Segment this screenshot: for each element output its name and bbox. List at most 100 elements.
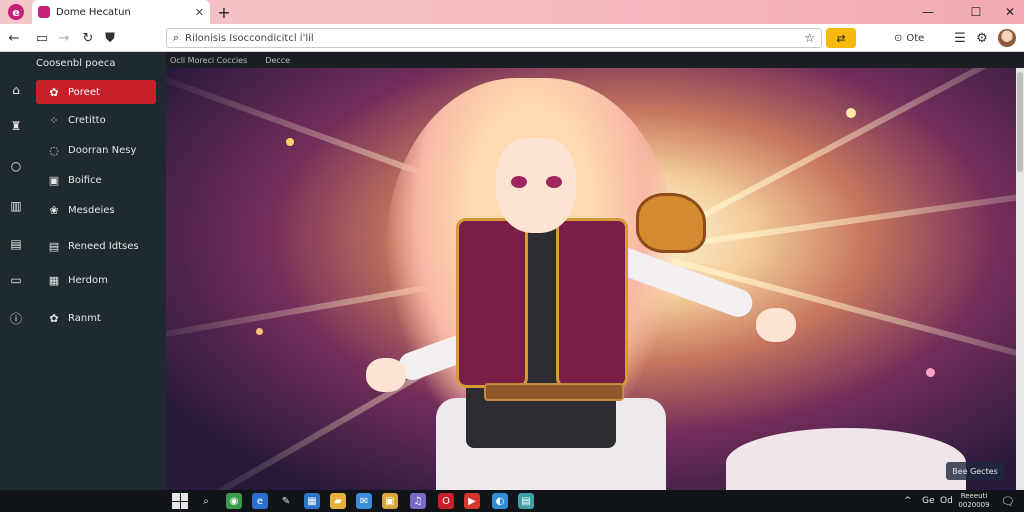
sidebar-item-reneed-idtses[interactable]: ▤ Reneed Idtses bbox=[36, 234, 156, 258]
image-caption-badge[interactable]: Bee Gectes bbox=[946, 462, 1004, 480]
store-icon[interactable]: ▦ bbox=[304, 493, 320, 509]
sidebar-item-label: Boifice bbox=[68, 174, 102, 186]
red-app-icon[interactable]: ▶ bbox=[464, 493, 480, 509]
anime-artwork: Bee Gectes bbox=[166, 68, 1016, 490]
rail-window-icon[interactable]: ▭ bbox=[8, 272, 24, 288]
opera-icon[interactable]: O bbox=[438, 493, 454, 509]
sidebar-item-herdom[interactable]: ▦ Herdom bbox=[36, 268, 156, 292]
list-icon: ▤ bbox=[48, 239, 60, 253]
tray-item[interactable]: Ge bbox=[922, 493, 935, 509]
settings-icon[interactable]: ⚙ bbox=[972, 28, 992, 48]
character-left-hand bbox=[366, 358, 406, 392]
favicon-icon bbox=[38, 6, 50, 18]
edge-icon[interactable]: e bbox=[252, 493, 268, 509]
sidebar-item-poreet[interactable]: ✿ Poreet bbox=[36, 80, 156, 104]
folder-icon[interactable]: ▰ bbox=[330, 493, 346, 509]
tray-chevron-icon[interactable]: ^ bbox=[904, 493, 912, 509]
sidebar-item-cretitto[interactable]: ⁘ Cretitto bbox=[36, 108, 156, 132]
browser-logo[interactable]: e bbox=[4, 2, 28, 22]
start-button[interactable] bbox=[172, 493, 188, 509]
photos-icon[interactable]: ▣ bbox=[382, 493, 398, 509]
grid-icon: ⁘ bbox=[49, 113, 59, 127]
sidebar-item-label: Herdom bbox=[68, 274, 108, 286]
sidebar-item-boifice[interactable]: ▣ Boifice bbox=[36, 168, 156, 192]
breadcrumb: Ocll Moreci Coccies Decce bbox=[166, 52, 1024, 68]
profile-icon: ⊙ bbox=[894, 32, 903, 44]
notification-icon[interactable]: 🗨 bbox=[1000, 493, 1016, 509]
light-ray bbox=[635, 248, 1016, 389]
sidebar-item-label: Mesdeies bbox=[68, 204, 115, 216]
forward-icon[interactable]: → bbox=[54, 28, 74, 48]
system-clock[interactable]: Reeeuti 0020009 bbox=[954, 492, 994, 510]
profile-label: Ote bbox=[906, 32, 925, 44]
ring-icon: ◌ bbox=[49, 143, 59, 157]
mail-icon[interactable]: ✉ bbox=[356, 493, 372, 509]
address-bar[interactable]: ⌕ ☆ bbox=[166, 28, 822, 48]
shield-icon[interactable]: ⛊ bbox=[100, 28, 120, 48]
tools-icon[interactable]: ✎ bbox=[278, 493, 294, 509]
rail-tools-icon[interactable]: ♜ bbox=[8, 118, 24, 134]
refresh-icon[interactable]: ↻ bbox=[78, 28, 98, 48]
sparkle bbox=[256, 328, 263, 335]
character-belt bbox=[484, 383, 624, 401]
close-window-button[interactable]: ✕ bbox=[992, 0, 1024, 24]
clock-time: Reeeuti bbox=[960, 492, 988, 500]
minimize-button[interactable]: — bbox=[910, 0, 946, 24]
cape-shape bbox=[726, 428, 966, 490]
character-face bbox=[496, 138, 576, 233]
sidebar-item-ranmt[interactable]: ✿ Ranmt bbox=[36, 306, 156, 330]
maximize-button[interactable]: ☐ bbox=[958, 0, 994, 24]
profile-menu[interactable]: ⊙ Ote bbox=[894, 28, 940, 48]
browser-tab[interactable]: Dome Hecatun ✕ bbox=[32, 0, 210, 24]
breadcrumb-item[interactable]: Decce bbox=[265, 56, 290, 65]
avatar[interactable] bbox=[998, 29, 1016, 47]
character-right-hand bbox=[756, 308, 796, 342]
extension-button[interactable]: ⇄ bbox=[826, 28, 856, 48]
search-icon[interactable]: ⌕ bbox=[198, 493, 214, 509]
gear-flower-icon: ✿ bbox=[49, 311, 59, 325]
shoulder-armor bbox=[636, 193, 706, 253]
table-icon: ▦ bbox=[48, 273, 60, 287]
sidebar-rail: ⌂ ♜ ○ ▥ ▤ ▭ ⓘ bbox=[0, 52, 32, 490]
sidebar-item-label: Poreet bbox=[68, 86, 100, 98]
taskbar: ⌕ ◉ e ✎ ▦ ▰ ✉ ▣ ♫ O ▶ ◐ ▤ ^ Ge Od Reeeut… bbox=[0, 490, 1024, 512]
rail-files-icon[interactable]: ▥ bbox=[8, 198, 24, 214]
tab-title: Dome Hecatun bbox=[56, 6, 131, 18]
sparkle bbox=[926, 368, 935, 377]
sidebar-item-label: Reneed Idtses bbox=[68, 240, 139, 252]
media-icon[interactable]: ♫ bbox=[410, 493, 426, 509]
rail-home-icon[interactable]: ⌂ bbox=[8, 82, 24, 98]
rail-list-icon[interactable]: ▤ bbox=[8, 236, 24, 252]
vertical-scrollbar[interactable] bbox=[1016, 68, 1024, 490]
blossom-icon: ❀ bbox=[49, 203, 59, 217]
rail-info-icon[interactable]: ⓘ bbox=[8, 310, 24, 326]
terminal-icon[interactable]: ▤ bbox=[518, 493, 534, 509]
rail-circle-icon[interactable]: ○ bbox=[8, 158, 24, 174]
flower-icon: ✿ bbox=[49, 85, 59, 99]
sidebar-item-mesdeies[interactable]: ❀ Mesdeies bbox=[36, 198, 156, 222]
url-input[interactable] bbox=[185, 32, 799, 44]
scrollbar-thumb[interactable] bbox=[1017, 72, 1023, 172]
content-area: Ocll Moreci Coccies Decce Bee Gectes bbox=[166, 52, 1024, 490]
jacket-right-panel bbox=[556, 218, 628, 388]
sidebar-item-label: Doorran Nesy bbox=[68, 144, 137, 156]
tray-item[interactable]: Od bbox=[940, 493, 953, 509]
menu-icon[interactable]: ☰ bbox=[950, 28, 970, 48]
character-eye bbox=[511, 176, 527, 188]
clock-date: 0020009 bbox=[958, 501, 990, 509]
jacket-left-panel bbox=[456, 218, 528, 388]
sidebar-item-doorran-nesy[interactable]: ◌ Doorran Nesy bbox=[36, 138, 156, 162]
sidebar-heading: Coosenbl poeca bbox=[36, 58, 116, 69]
close-tab-icon[interactable]: ✕ bbox=[195, 6, 204, 19]
share-icon: ⇄ bbox=[836, 31, 846, 45]
chrome-icon[interactable]: ◉ bbox=[226, 493, 242, 509]
browser-app-icon[interactable]: ◐ bbox=[492, 493, 508, 509]
page-icon[interactable]: ▭ bbox=[32, 28, 52, 48]
back-button[interactable]: ← bbox=[4, 28, 24, 48]
bookmark-star-icon[interactable]: ☆ bbox=[804, 31, 815, 45]
new-tab-button[interactable]: + bbox=[214, 2, 234, 22]
sidebar-item-label: Ranmt bbox=[68, 312, 101, 324]
sidebar: ⌂ ♜ ○ ▥ ▤ ▭ ⓘ Coosenbl poeca ✿ Poreet ⁘ … bbox=[0, 52, 166, 490]
sparkle bbox=[286, 138, 294, 146]
breadcrumb-item[interactable]: Ocll Moreci Coccies bbox=[170, 56, 247, 65]
